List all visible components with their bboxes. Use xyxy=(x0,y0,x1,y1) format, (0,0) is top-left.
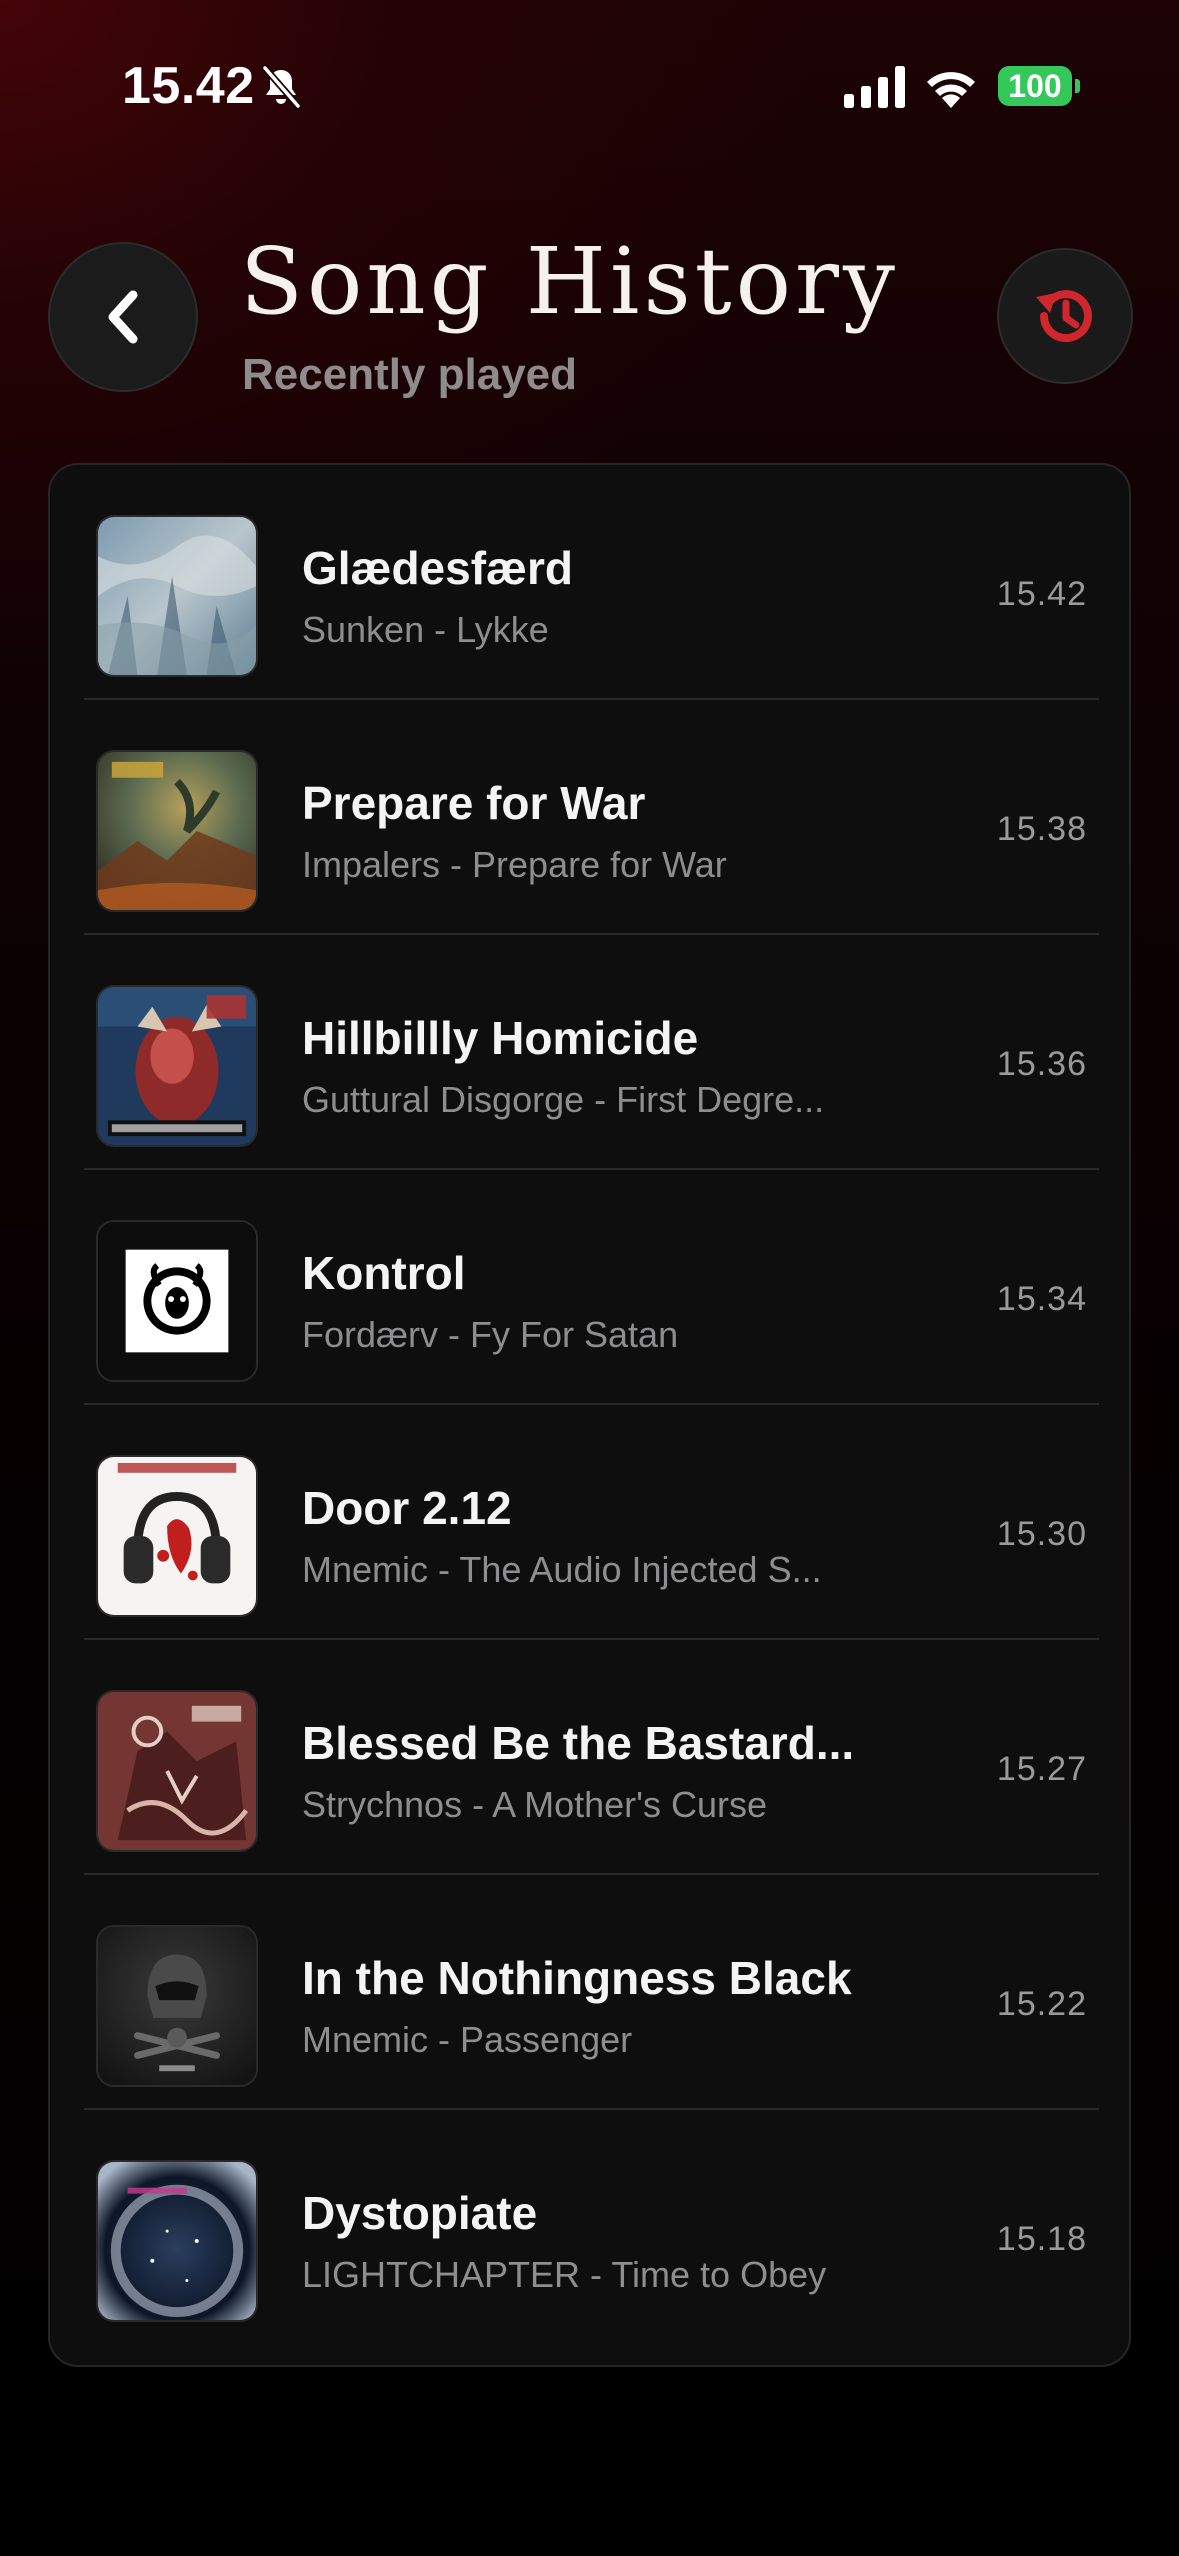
status-bar: 15.42 100 xyxy=(0,0,1179,150)
album-art-image xyxy=(98,2162,256,2320)
album-art-image xyxy=(98,1692,256,1850)
played-time: 15.27 xyxy=(996,1750,1087,1788)
song-row[interactable]: Dystopiate LIGHTCHAPTER - Time to Obey 1… xyxy=(50,2110,1129,2345)
album-art xyxy=(96,750,258,912)
chevron-left-icon xyxy=(108,290,138,344)
song-artist-album: Fordærv - Fy For Satan xyxy=(302,1314,679,1355)
song-row[interactable]: Hillbillly Homicide Guttural Disgorge - … xyxy=(50,935,1129,1170)
song-artist-album: LIGHTCHAPTER - Time to Obey xyxy=(302,2254,827,2295)
song-artist-album: Mnemic - The Audio Injected S... xyxy=(302,1549,822,1590)
song-title: Prepare for War xyxy=(302,777,646,829)
album-art-image xyxy=(98,987,256,1145)
page-subtitle: Recently played xyxy=(242,350,578,399)
status-time: 15.42 xyxy=(122,57,255,115)
song-row[interactable]: Kontrol Fordærv - Fy For Satan 15.34 xyxy=(50,1170,1129,1405)
song-artist-album: Mnemic - Passenger xyxy=(302,2019,633,2060)
album-art-image xyxy=(98,752,256,910)
battery-tip xyxy=(1075,79,1080,93)
back-button[interactable] xyxy=(48,242,198,392)
played-time: 15.30 xyxy=(996,1515,1087,1553)
page-title: Song History xyxy=(240,228,899,335)
history-icon xyxy=(1036,290,1092,343)
battery-icon: 100 xyxy=(998,66,1080,106)
song-artist-album: Strychnos - A Mother's Curse xyxy=(302,1784,768,1825)
album-art-image xyxy=(98,1457,256,1615)
played-time: 15.34 xyxy=(996,1280,1087,1318)
song-row[interactable]: In the Nothingness Black Mnemic - Passen… xyxy=(50,1875,1129,2110)
song-row[interactable]: Prepare for War Impalers - Prepare for W… xyxy=(50,700,1129,935)
battery-level: 100 xyxy=(998,66,1072,106)
album-art xyxy=(96,1690,258,1852)
song-row[interactable]: Glædesfærd Sunken - Lykke 15.42 xyxy=(50,465,1129,700)
song-title: Dystopiate xyxy=(302,2187,538,2239)
song-title: Kontrol xyxy=(302,1247,466,1299)
song-title: In the Nothingness Black xyxy=(302,1952,852,2004)
song-artist-album: Impalers - Prepare for War xyxy=(302,844,727,885)
album-art xyxy=(96,985,258,1147)
cellular-signal-icon xyxy=(844,66,905,108)
history-button[interactable] xyxy=(997,248,1133,384)
album-art-image xyxy=(98,1222,256,1380)
song-title: Door 2.12 xyxy=(302,1482,512,1534)
song-title: Glædesfærd xyxy=(302,542,573,594)
album-art-image xyxy=(98,517,256,675)
song-artist-album: Guttural Disgorge - First Degre... xyxy=(302,1079,825,1120)
wifi-icon xyxy=(927,72,975,108)
played-time: 15.36 xyxy=(996,1045,1087,1083)
song-row[interactable]: Door 2.12 Mnemic - The Audio Injected S.… xyxy=(50,1405,1129,1640)
song-title: Blessed Be the Bastard... xyxy=(302,1717,855,1769)
bell-slash-icon xyxy=(261,64,302,110)
album-art xyxy=(96,1220,258,1382)
song-history-list: Glædesfærd Sunken - Lykke 15.42 Prepare … xyxy=(48,463,1131,2367)
album-art xyxy=(96,1455,258,1617)
album-art xyxy=(96,1925,258,2087)
played-time: 15.38 xyxy=(996,810,1087,848)
song-artist-album: Sunken - Lykke xyxy=(302,609,549,650)
album-art xyxy=(96,515,258,677)
song-title: Hillbillly Homicide xyxy=(302,1012,699,1064)
song-row[interactable]: Blessed Be the Bastard... Strychnos - A … xyxy=(50,1640,1129,1875)
played-time: 15.22 xyxy=(996,1985,1087,2023)
played-time: 15.18 xyxy=(996,2220,1087,2258)
album-art xyxy=(96,2160,258,2322)
album-art-image xyxy=(98,1927,256,2085)
played-time: 15.42 xyxy=(996,575,1087,613)
